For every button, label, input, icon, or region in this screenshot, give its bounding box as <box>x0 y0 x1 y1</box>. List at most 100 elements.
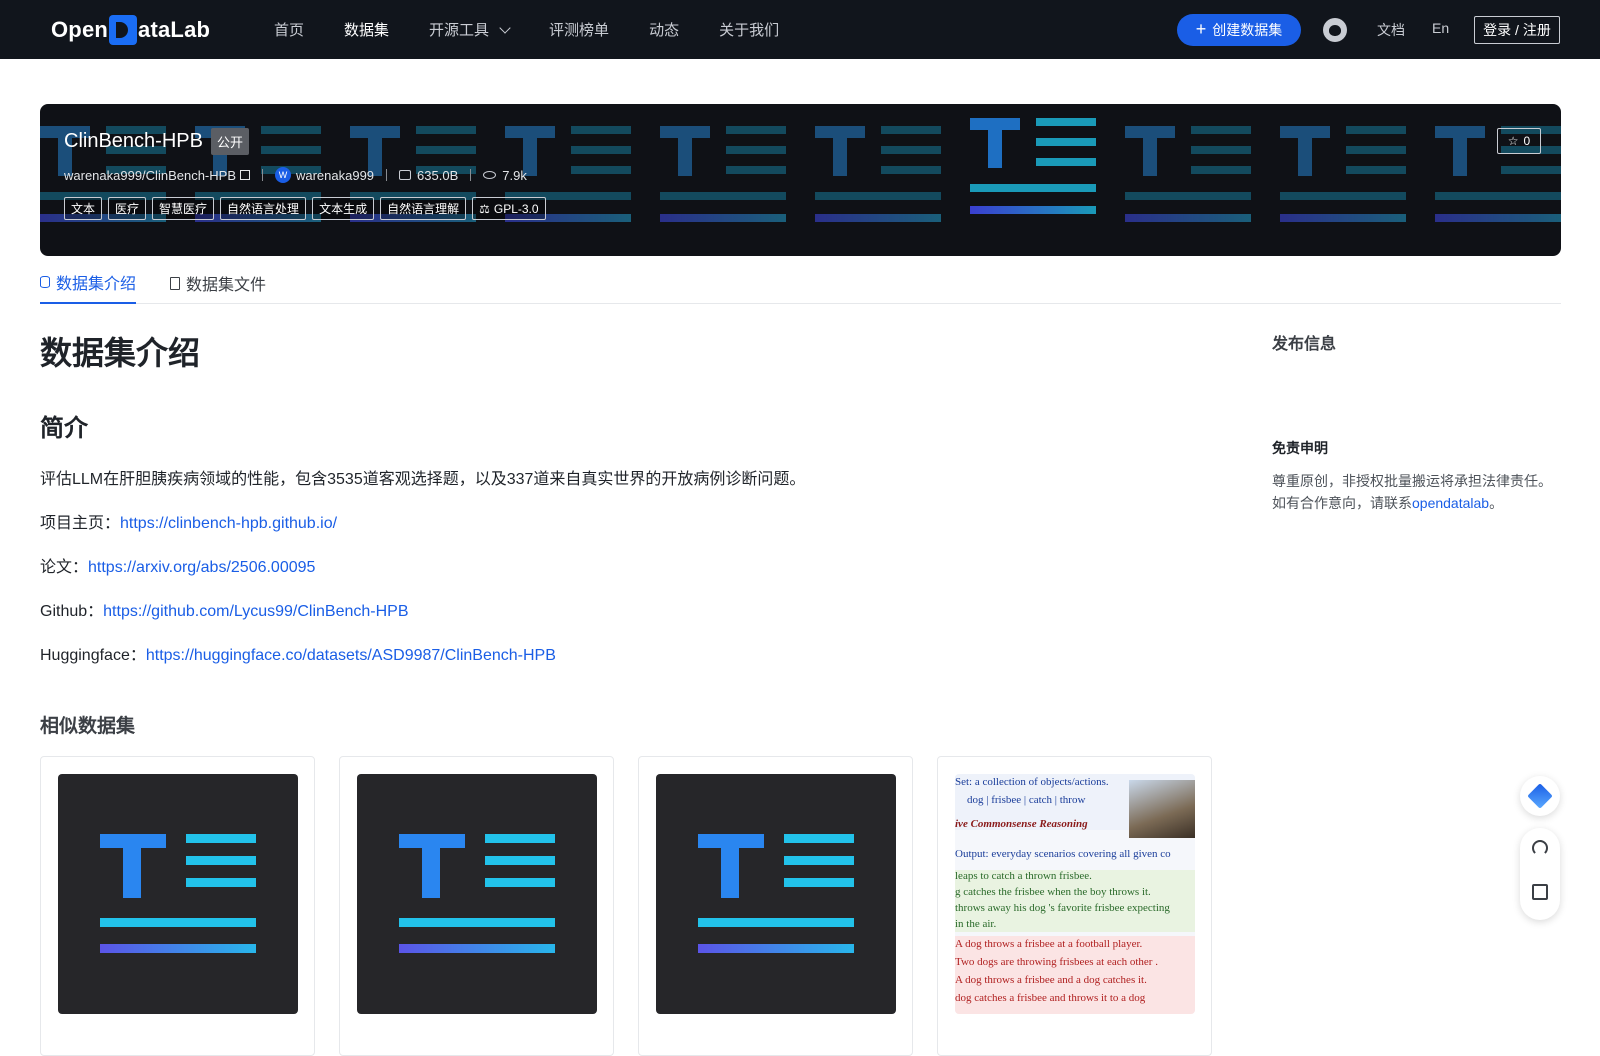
opendatalab-link[interactable]: opendatalab <box>1412 495 1489 511</box>
tab-introduction-label: 数据集介绍 <box>56 276 137 293</box>
thumb-text: Output: everyday scenarios covering all … <box>955 848 1171 860</box>
github-label: Github： <box>40 603 104 620</box>
star-button[interactable]: ☆ 0 <box>1497 128 1541 154</box>
banner-tile <box>1125 126 1251 226</box>
similar-dataset-card[interactable] <box>638 756 913 1056</box>
disclaimer-prefix: 如有合作意向，请联系 <box>1272 495 1412 511</box>
nav-leaderboard-label: 评测榜单 <box>549 22 610 39</box>
tab-files[interactable]: 数据集文件 <box>170 262 266 304</box>
feedback-edit-icon[interactable] <box>1532 884 1548 900</box>
eye-icon <box>483 171 497 179</box>
banner-tile <box>660 126 786 226</box>
project-homepage-row: 项目主页：https://clinbench-hpb.github.io/ <box>40 509 1210 533</box>
project-link[interactable]: https://clinbench-hpb.github.io/ <box>120 515 337 532</box>
tab-files-label: 数据集文件 <box>186 277 267 294</box>
dataset-thumbnail: Set: a collection of objects/actions. do… <box>955 774 1195 1014</box>
thumb-text: A dog throws a frisbee and a dog catches… <box>955 974 1147 986</box>
nav-news[interactable]: 动态 <box>649 19 679 40</box>
docs-link[interactable]: 文档 <box>1377 20 1405 40</box>
language-switch[interactable]: En <box>1432 20 1449 36</box>
right-sidebar: 发布信息 免责申明 尊重原创，非授权批量搬运将承担法律责任。 如有合作意向，请联… <box>1272 330 1562 514</box>
file-icon <box>170 276 181 290</box>
similar-dataset-card[interactable] <box>339 756 614 1056</box>
huggingface-link[interactable]: https://huggingface.co/datasets/ASD9987/… <box>146 647 556 664</box>
tag-item[interactable]: 智慧医疗 <box>152 197 215 220</box>
nav-leaderboard[interactable]: 评测榜单 <box>549 19 609 40</box>
tab-introduction[interactable]: 数据集介绍 <box>40 262 137 304</box>
thumb-text: Two dogs are throwing frisbees at each o… <box>955 956 1158 968</box>
dataset-meta: warenaka999/ClinBench-HPB W warenaka999 … <box>64 167 546 183</box>
floating-toolbar <box>1520 828 1560 920</box>
similar-dataset-card[interactable]: Set: a collection of objects/actions. do… <box>937 756 1212 1056</box>
huggingface-row: Huggingface：https://huggingface.co/datas… <box>40 641 1210 665</box>
thumb-text: Set: a collection of objects/actions. <box>955 776 1109 788</box>
thumb-text: A dog throws a frisbee at a football pla… <box>955 938 1143 950</box>
banner-tile <box>815 126 941 226</box>
avatar: W <box>274 167 291 183</box>
section-heading: 简介 <box>40 415 88 442</box>
create-dataset-label: 创建数据集 <box>1212 22 1283 38</box>
github-link[interactable]: https://github.com/Lycus99/ClinBench-HPB <box>103 603 408 620</box>
star-count: 0 <box>1523 134 1531 148</box>
login-register-button[interactable]: 登录 / 注册 <box>1474 16 1560 44</box>
disclaimer-contact-line: 如有合作意向，请联系opendatalab。 <box>1272 492 1562 514</box>
similar-datasets-list: Set: a collection of objects/actions. do… <box>40 756 1212 1056</box>
nav-home-label: 首页 <box>274 22 305 39</box>
dataset-tabs: 数据集介绍 数据集文件 <box>40 262 1561 304</box>
nav-news-label: 动态 <box>649 22 680 39</box>
logo-mark-icon <box>109 15 138 45</box>
github-icon[interactable] <box>1323 18 1347 42</box>
dataset-header: ClinBench-HPB 公开 warenaka999/ClinBench-H… <box>64 128 546 220</box>
dataset-banner: ClinBench-HPB 公开 warenaka999/ClinBench-H… <box>40 104 1561 256</box>
create-dataset-button[interactable]: + 创建数据集 <box>1177 14 1301 46</box>
thumb-text: ive Commonsense Reasoning <box>955 818 1088 830</box>
project-label: 项目主页： <box>40 515 121 532</box>
license-tag[interactable]: ⚖ GPL-3.0 <box>472 197 546 220</box>
headset-icon[interactable] <box>1532 840 1548 856</box>
nav-home[interactable]: 首页 <box>274 19 304 40</box>
paper-link[interactable]: https://arxiv.org/abs/2506.00095 <box>88 559 315 576</box>
scale-icon: ⚖ <box>479 201 490 216</box>
tag-item[interactable]: 医疗 <box>108 197 147 220</box>
tag-item[interactable]: 文本 <box>64 197 103 220</box>
main-nav: 首页 数据集 开源工具 评测榜单 动态 关于我们 <box>274 0 819 59</box>
nav-datasets[interactable]: 数据集 <box>344 19 389 40</box>
nav-about-label: 关于我们 <box>719 22 780 39</box>
storage-icon <box>399 170 412 180</box>
visibility-badge: 公开 <box>210 128 249 155</box>
tag-item[interactable]: 文本生成 <box>312 197 375 220</box>
database-icon <box>40 276 50 288</box>
assistant-button[interactable] <box>1520 776 1560 816</box>
disclaimer-line: 尊重原创，非授权批量搬运将承担法律责任。 <box>1272 473 1552 489</box>
disclaimer-text: 尊重原创，非授权批量搬运将承担法律责任。 如有合作意向，请联系opendatal… <box>1272 470 1562 514</box>
banner-tile <box>1280 126 1406 226</box>
main-content: 数据集介绍 简介 评估LLM在肝胆胰疾病领域的性能，包含3535道客观选择题，以… <box>40 328 1212 1056</box>
paper-row: 论文：https://arxiv.org/abs/2506.00095 <box>40 553 1210 577</box>
nav-tools[interactable]: 开源工具 <box>429 19 511 40</box>
tag-list: 文本 医疗 智慧医疗 自然语言处理 文本生成 自然语言理解 ⚖ GPL-3.0 <box>64 197 546 220</box>
nav-datasets-label: 数据集 <box>344 22 390 39</box>
dataset-thumbnail <box>357 774 597 1014</box>
tag-item[interactable]: 自然语言处理 <box>220 197 307 220</box>
view-count: 7.9k <box>502 167 527 183</box>
divider <box>386 169 388 181</box>
thumb-text: dog catches a frisbee and throws it to a… <box>955 992 1146 1004</box>
nav-about[interactable]: 关于我们 <box>719 19 779 40</box>
dataset-title-row: ClinBench-HPB 公开 <box>64 128 546 155</box>
divider <box>470 169 472 181</box>
paper-label: 论文： <box>40 559 89 576</box>
banner-tile <box>970 118 1096 218</box>
dataset-size: 635.0B <box>417 167 459 183</box>
star-icon: ☆ <box>1507 134 1519 148</box>
similar-dataset-card[interactable] <box>40 756 315 1056</box>
license-label: GPL-3.0 <box>493 201 539 216</box>
copy-icon[interactable] <box>239 170 250 180</box>
dataset-thumbnail <box>58 774 298 1014</box>
thumb-text: in the air. <box>955 918 997 930</box>
opendatalab-logo[interactable]: Open ataLab <box>51 13 210 47</box>
thumb-text: throws away his dog 's favorite frisbee … <box>955 902 1170 914</box>
owner-name[interactable]: warenaka999 <box>296 168 374 183</box>
dataset-thumbnail <box>656 774 896 1014</box>
dataset-name: ClinBench-HPB <box>64 130 203 152</box>
tag-item[interactable]: 自然语言理解 <box>380 197 467 220</box>
